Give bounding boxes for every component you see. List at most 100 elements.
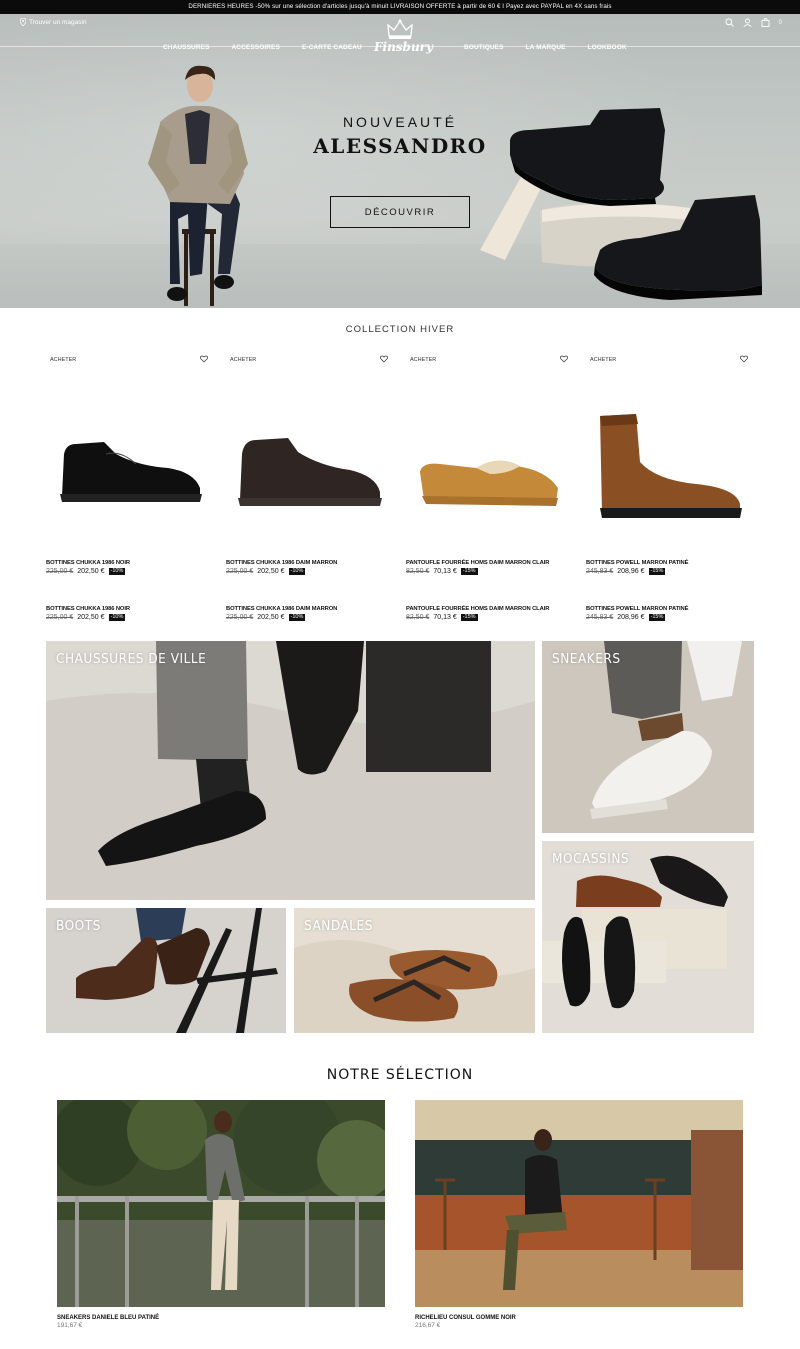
heart-icon[interactable] (380, 355, 388, 363)
brand-logo[interactable]: Finsbury (374, 18, 433, 60)
product-price: 245,83 € 208,96 € -15% (586, 568, 752, 575)
current-price: 202,50 € (257, 568, 285, 575)
selection-product-price: 191,67 € (57, 1322, 83, 1329)
menu-item-lookbook[interactable]: LOOKBOOK (588, 44, 627, 51)
product-name: BOTTINES CHUKKA 1986 NOIR (46, 606, 130, 612)
product-name: BOTTINES CHUKKA 1986 DAIM MARRON (226, 560, 338, 566)
main-header: Trouver un magasin CHAUSSURES ACCESSOIRE… (0, 14, 800, 64)
discount-badge: -15% (648, 568, 666, 575)
buy-link[interactable]: ACHETER (590, 357, 616, 363)
current-price: 70,13 € (433, 614, 457, 621)
main-menu-right: BOUTIQUES LA MARQUE LOOKBOOK (464, 44, 627, 51)
product-price: 225,00 € 202,50 € -10% (46, 614, 212, 621)
product-name: BOTTINES CHUKKA 1986 DAIM MARRON (226, 606, 338, 612)
product-image[interactable] (46, 392, 212, 552)
category-tile-boots[interactable]: BOOTS (46, 908, 286, 1033)
menu-item-chaussures[interactable]: CHAUSSURES (163, 44, 210, 51)
product-card[interactable]: ACHETER BOTTINES CHUKKA 1986 DAIM MARRON… (226, 352, 392, 632)
category-label: SANDALES (304, 918, 373, 934)
product-info: BOTTINES CHUKKA 1986 NOIR 225,00 € 202,5… (46, 606, 212, 621)
heart-icon[interactable] (740, 355, 748, 363)
category-tile-sandales[interactable]: SANDALES (294, 908, 535, 1033)
product-info: BOTTINES CHUKKA 1986 DAIM MARRON 225,00 … (226, 606, 392, 621)
account-icon[interactable] (743, 18, 752, 27)
selection-product-name: SNEAKERS DANIELE BLEU PATINÉ (57, 1315, 160, 1321)
selection-product-name: RICHELIEU CONSUL GOMME NOIR (415, 1315, 516, 1321)
product-name: PANTOUFLE FOURRÉE HOMS DAIM MARRON CLAIR (406, 560, 550, 566)
location-pin-icon (20, 18, 26, 26)
product-price: 245,83 € 208,96 € -15% (586, 614, 752, 621)
header-icons: 0 (725, 18, 782, 27)
product-name: BOTTINES POWELL MARRON PATINÉ (586, 606, 689, 612)
old-price: 82,50 € (406, 614, 430, 621)
menu-item-accessoires[interactable]: ACCESSOIRES (232, 44, 280, 51)
heart-icon[interactable] (200, 355, 208, 363)
product-price: 225,00 € 202,50 € -10% (226, 568, 392, 575)
current-price: 202,50 € (257, 614, 285, 621)
discount-badge: -10% (288, 614, 306, 621)
discount-badge: -10% (108, 614, 126, 621)
discount-badge: -15% (648, 614, 666, 621)
selection-card[interactable]: SNEAKERS DANIELE BLEU PATINÉ 191,67 € (57, 1100, 385, 1329)
current-price: 202,50 € (77, 614, 105, 621)
product-image[interactable] (226, 392, 392, 552)
hero-model-image (148, 65, 248, 306)
selection-garden-image (57, 1100, 385, 1307)
buy-link[interactable]: ACHETER (230, 357, 256, 363)
announcement-bar: DERNIERES HEURES -50% sur une sélection … (0, 0, 800, 14)
category-tile-mocassins[interactable]: MOCASSINS (542, 841, 754, 1033)
selection-image[interactable] (415, 1100, 743, 1307)
current-price: 208,96 € (617, 568, 645, 575)
current-price: 208,96 € (617, 614, 645, 621)
main-menu-left: CHAUSSURES ACCESSOIRES E-CARTE CADEAU (163, 44, 362, 51)
menu-item-e-carte[interactable]: E-CARTE CADEAU (302, 44, 362, 51)
cart-icon[interactable] (761, 18, 770, 27)
old-price: 225,00 € (226, 568, 254, 575)
product-price: 82,50 € 70,13 € -15% (406, 568, 572, 575)
store-locator-link[interactable]: Trouver un magasin (20, 18, 87, 26)
product-name: BOTTINES CHUKKA 1986 NOIR (46, 560, 130, 566)
cart-count-badge[interactable]: 0 (779, 20, 782, 26)
category-sneakers-image (542, 641, 754, 833)
category-tile-ville[interactable]: CHAUSSURES DE VILLE (46, 641, 535, 900)
discount-badge: -10% (108, 568, 126, 575)
old-price: 245,83 € (586, 614, 614, 621)
product-info: BOTTINES POWELL MARRON PATINÉ 245,83 € 2… (586, 560, 752, 575)
product-price: 82,50 € 70,13 € -15% (406, 614, 572, 621)
product-card[interactable]: ACHETER BOTTINES POWELL MARRON PATINÉ 24… (586, 352, 752, 632)
buy-link[interactable]: ACHETER (410, 357, 436, 363)
category-tile-sneakers[interactable]: SNEAKERS (542, 641, 754, 833)
category-ville-image (46, 641, 535, 900)
product-name: BOTTINES POWELL MARRON PATINÉ (586, 560, 689, 566)
menu-item-la-marque[interactable]: LA MARQUE (526, 44, 566, 51)
category-label: MOCASSINS (552, 851, 630, 867)
product-card[interactable]: ACHETER PANTOUFLE FOURRÉE HOMS DAIM MARR… (406, 352, 572, 632)
category-label: CHAUSSURES DE VILLE (56, 651, 207, 667)
product-info: BOTTINES CHUKKA 1986 NOIR 225,00 € 202,5… (46, 560, 212, 575)
product-image[interactable] (406, 392, 572, 552)
category-label: BOOTS (56, 918, 101, 934)
product-card[interactable]: ACHETER BOTTINES CHUKKA 1986 NOIR 225,00… (46, 352, 212, 632)
product-image[interactable] (586, 392, 752, 552)
hero-boots-image (480, 108, 762, 300)
menu-item-boutiques[interactable]: BOUTIQUES (464, 44, 504, 51)
selection-product-price: 216,67 € (415, 1322, 441, 1329)
heart-icon[interactable] (560, 355, 568, 363)
current-price: 70,13 € (433, 568, 457, 575)
discount-badge: -15% (460, 568, 478, 575)
selection-image[interactable] (57, 1100, 385, 1307)
selection-cafe-image (415, 1100, 743, 1307)
discover-button[interactable]: DÉCOUVRIR (330, 196, 470, 228)
search-icon[interactable] (725, 18, 734, 27)
product-price: 225,00 € 202,50 € -10% (226, 614, 392, 621)
selection-card[interactable]: RICHELIEU CONSUL GOMME NOIR 216,67 € (415, 1100, 743, 1329)
buy-link[interactable]: ACHETER (50, 357, 76, 363)
discount-badge: -15% (460, 614, 478, 621)
old-price: 225,00 € (46, 568, 74, 575)
product-info: PANTOUFLE FOURRÉE HOMS DAIM MARRON CLAIR… (406, 606, 572, 621)
category-mocassins-image (542, 841, 754, 1033)
old-price: 225,00 € (46, 614, 74, 621)
hero-banner[interactable]: Trouver un magasin CHAUSSURES ACCESSOIRE… (0, 14, 800, 308)
old-price: 82,50 € (406, 568, 430, 575)
announcement-text: DERNIERES HEURES -50% sur une sélection … (188, 3, 612, 10)
